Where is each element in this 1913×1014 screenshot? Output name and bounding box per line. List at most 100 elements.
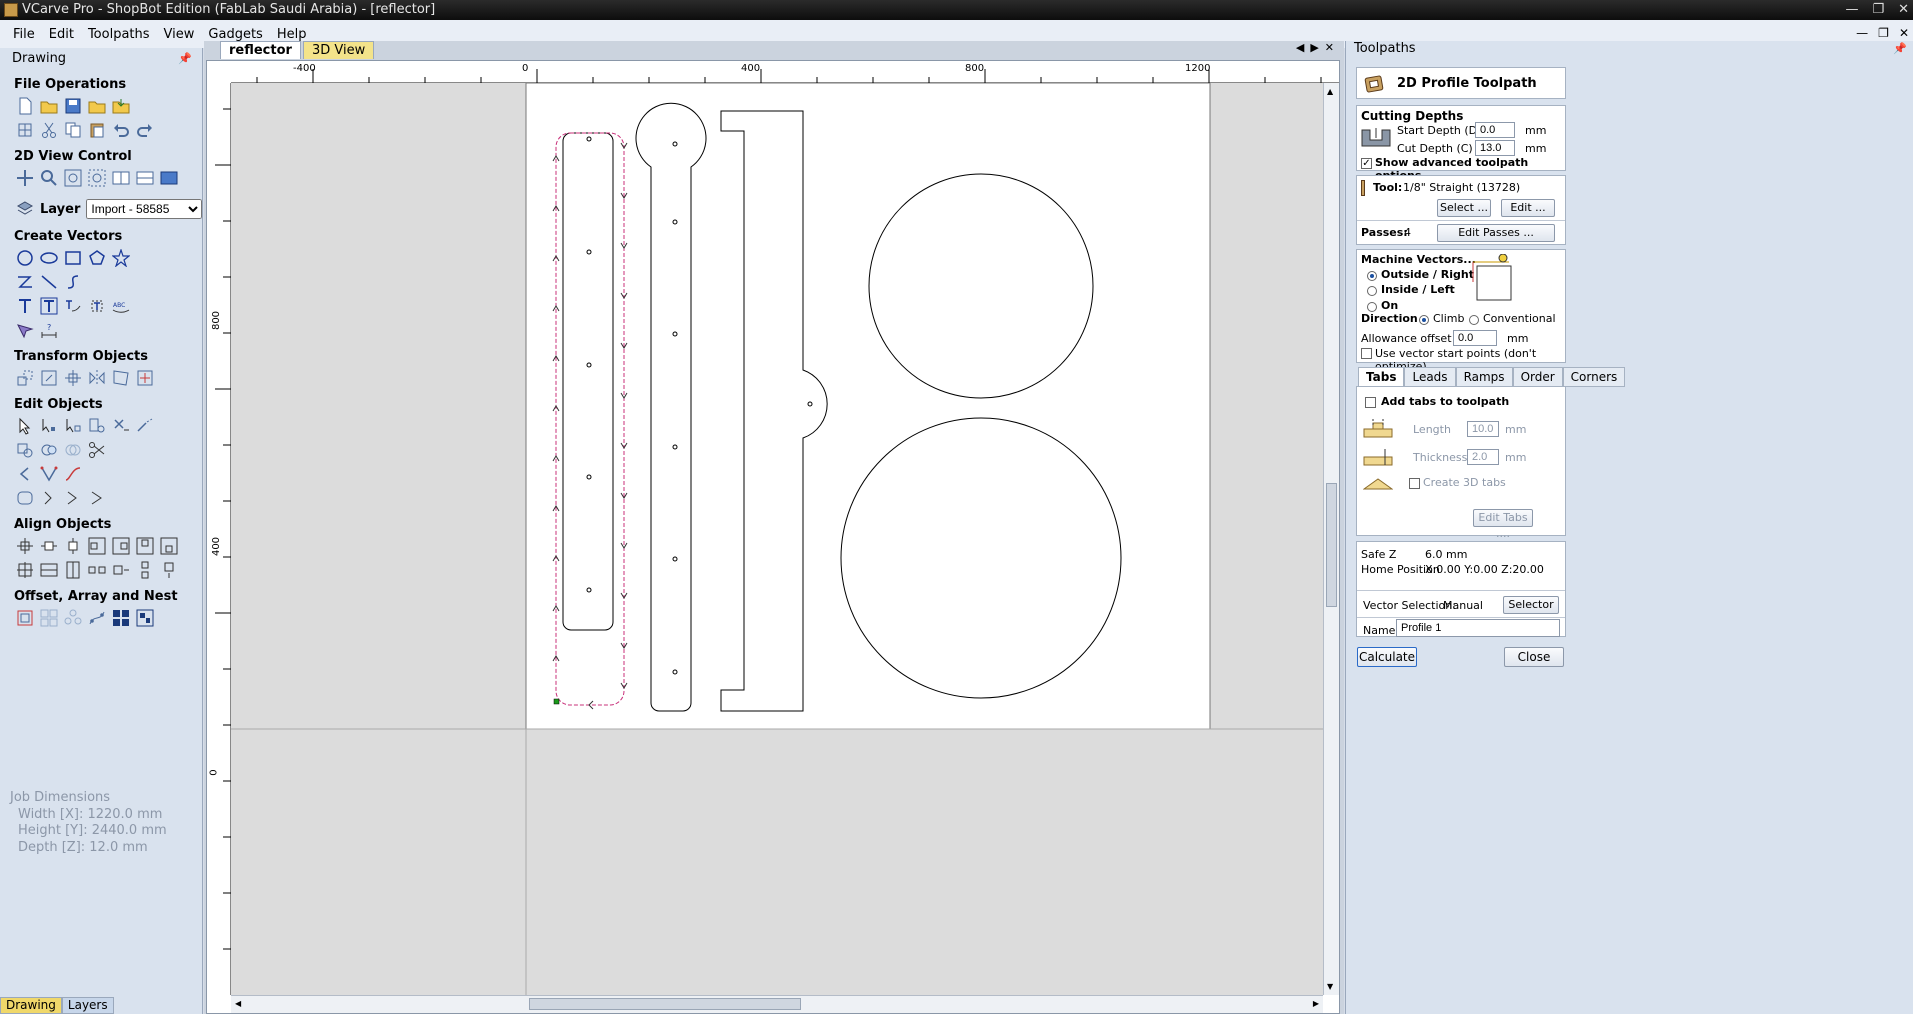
distort-icon[interactable]	[112, 369, 130, 387]
break-vector-icon[interactable]	[64, 489, 82, 507]
menu-help[interactable]: Help	[270, 27, 314, 42]
block-copy-icon[interactable]	[40, 609, 58, 627]
on-radio[interactable]	[1367, 302, 1377, 312]
open-file-icon[interactable]	[40, 97, 58, 115]
auto-nest-icon[interactable]	[136, 609, 154, 627]
nesting-icon[interactable]	[112, 609, 130, 627]
tab-layers[interactable]: Layers	[61, 997, 114, 1014]
draw-ellipse-icon[interactable]	[40, 249, 58, 267]
length-input[interactable]: 10.0	[1467, 421, 1499, 437]
text-icon[interactable]	[16, 297, 34, 315]
curve-fit-icon[interactable]	[40, 465, 58, 483]
dimension-icon[interactable]: ?	[40, 321, 58, 339]
close-button[interactable]: Close	[1504, 647, 1564, 667]
import-icon[interactable]	[112, 97, 130, 115]
zoom-selection-icon[interactable]	[88, 169, 106, 187]
pan-icon[interactable]	[16, 169, 34, 187]
circular-copy-icon[interactable]	[64, 609, 82, 627]
subtract-icon[interactable]	[40, 441, 58, 459]
trace-bitmap-icon[interactable]	[16, 321, 34, 339]
text-arc-icon[interactable]: ABC	[112, 297, 130, 315]
close-vector-icon[interactable]	[40, 489, 58, 507]
draw-rectangle-icon[interactable]	[64, 249, 82, 267]
tab-next-icon[interactable]: ▶	[1310, 41, 1318, 54]
text-box-icon[interactable]	[40, 297, 58, 315]
mdi-close-icon[interactable]: ✕	[1899, 26, 1909, 40]
horizontal-scrollbar[interactable]: ◀ ▶	[231, 995, 1323, 1013]
transform-select-icon[interactable]	[64, 417, 82, 435]
paste-icon[interactable]	[88, 121, 106, 139]
node-edit-icon[interactable]	[40, 417, 58, 435]
align-left-icon[interactable]	[88, 537, 106, 555]
distribute-v-icon[interactable]	[160, 561, 178, 579]
scroll-right-icon[interactable]: ▶	[1313, 999, 1319, 1008]
vertical-scrollbar[interactable]: ▲ ▼	[1323, 83, 1339, 995]
menu-edit[interactable]: Edit	[42, 27, 81, 42]
horizontal-scroll-thumb[interactable]	[529, 998, 801, 1010]
use-vector-start-checkbox[interactable]	[1361, 348, 1372, 359]
menu-gadgets[interactable]: Gadgets	[201, 27, 269, 42]
view-split-icon[interactable]	[136, 169, 154, 187]
align-bottom-icon[interactable]	[160, 537, 178, 555]
save-as-icon[interactable]	[88, 97, 106, 115]
tool-edit-button[interactable]: Edit ...	[1501, 199, 1555, 217]
mirror-icon[interactable]	[88, 369, 106, 387]
tab-prev-icon[interactable]: ◀	[1296, 41, 1304, 54]
draw-polygon-icon[interactable]	[88, 249, 106, 267]
tab-order[interactable]: Order	[1512, 367, 1563, 387]
draw-polyline-icon[interactable]	[16, 273, 34, 291]
tab-ramps[interactable]: Ramps	[1455, 367, 1513, 387]
calculate-button[interactable]: Calculate	[1357, 647, 1417, 667]
smooth-curve-icon[interactable]	[64, 465, 82, 483]
layer-select[interactable]: Import - 58585	[86, 199, 202, 219]
thickness-input[interactable]: 2.0	[1467, 449, 1499, 465]
cut-icon[interactable]	[40, 121, 58, 139]
scissors-icon[interactable]	[88, 441, 106, 459]
undo-icon[interactable]	[112, 121, 130, 139]
tab-3d-view[interactable]: 3D View	[302, 41, 375, 59]
scroll-down-icon[interactable]: ▼	[1327, 982, 1333, 991]
tab-close-icon[interactable]: ✕	[1325, 41, 1334, 54]
zoom-extents-icon[interactable]	[64, 169, 82, 187]
draw-line-icon[interactable]	[40, 273, 58, 291]
outside-radio[interactable]	[1367, 271, 1377, 281]
draw-curve-icon[interactable]	[64, 273, 82, 291]
draw-star-icon[interactable]	[112, 249, 130, 267]
space-horizontal-icon[interactable]	[88, 561, 106, 579]
menu-view[interactable]: View	[157, 27, 202, 42]
extend-icon[interactable]	[136, 417, 154, 435]
align-vcenter-icon[interactable]	[64, 537, 82, 555]
allowance-input[interactable]: 0.0	[1453, 330, 1497, 346]
toolpath-name-input[interactable]: Profile 1	[1396, 619, 1560, 637]
menu-toolpaths[interactable]: Toolpaths	[81, 27, 157, 42]
selector-button[interactable]: Selector ...	[1503, 596, 1559, 627]
restore-icon[interactable]: ❐	[1872, 0, 1884, 20]
cut-depth-input[interactable]: 13.0	[1475, 140, 1515, 156]
copy-along-vector-icon[interactable]	[88, 609, 106, 627]
close-icon[interactable]: ✕	[1898, 0, 1909, 20]
pin-icon[interactable]: 📌	[178, 48, 192, 70]
align-center-icon[interactable]	[64, 369, 82, 387]
save-icon[interactable]	[64, 97, 82, 115]
align-center-both-icon[interactable]	[16, 537, 34, 555]
trim-icon[interactable]	[112, 417, 130, 435]
new-file-icon[interactable]	[16, 97, 34, 115]
intersect-icon[interactable]	[64, 441, 82, 459]
edit-passes-button[interactable]: Edit Passes ...	[1437, 224, 1555, 242]
scroll-up-icon[interactable]: ▲	[1327, 87, 1333, 96]
view-layout-icon[interactable]	[112, 169, 130, 187]
scale-icon[interactable]	[40, 369, 58, 387]
scroll-left-icon[interactable]: ◀	[235, 999, 241, 1008]
tool-select-button[interactable]: Select ...	[1437, 199, 1491, 217]
show-advanced-checkbox[interactable]: ✓	[1361, 158, 1372, 169]
chamfer-icon[interactable]	[88, 489, 106, 507]
interactive-trim-icon[interactable]	[88, 417, 106, 435]
distribute-h-icon[interactable]	[136, 561, 154, 579]
space-vertical-icon[interactable]	[112, 561, 130, 579]
select-icon[interactable]	[16, 417, 34, 435]
drawing-canvas[interactable]	[231, 83, 1323, 995]
edit-tabs-button[interactable]: Edit Tabs ....	[1473, 509, 1533, 540]
join-vectors-icon[interactable]	[16, 465, 34, 483]
vertical-scroll-thumb[interactable]	[1326, 483, 1337, 607]
add-tabs-checkbox[interactable]	[1365, 397, 1376, 408]
